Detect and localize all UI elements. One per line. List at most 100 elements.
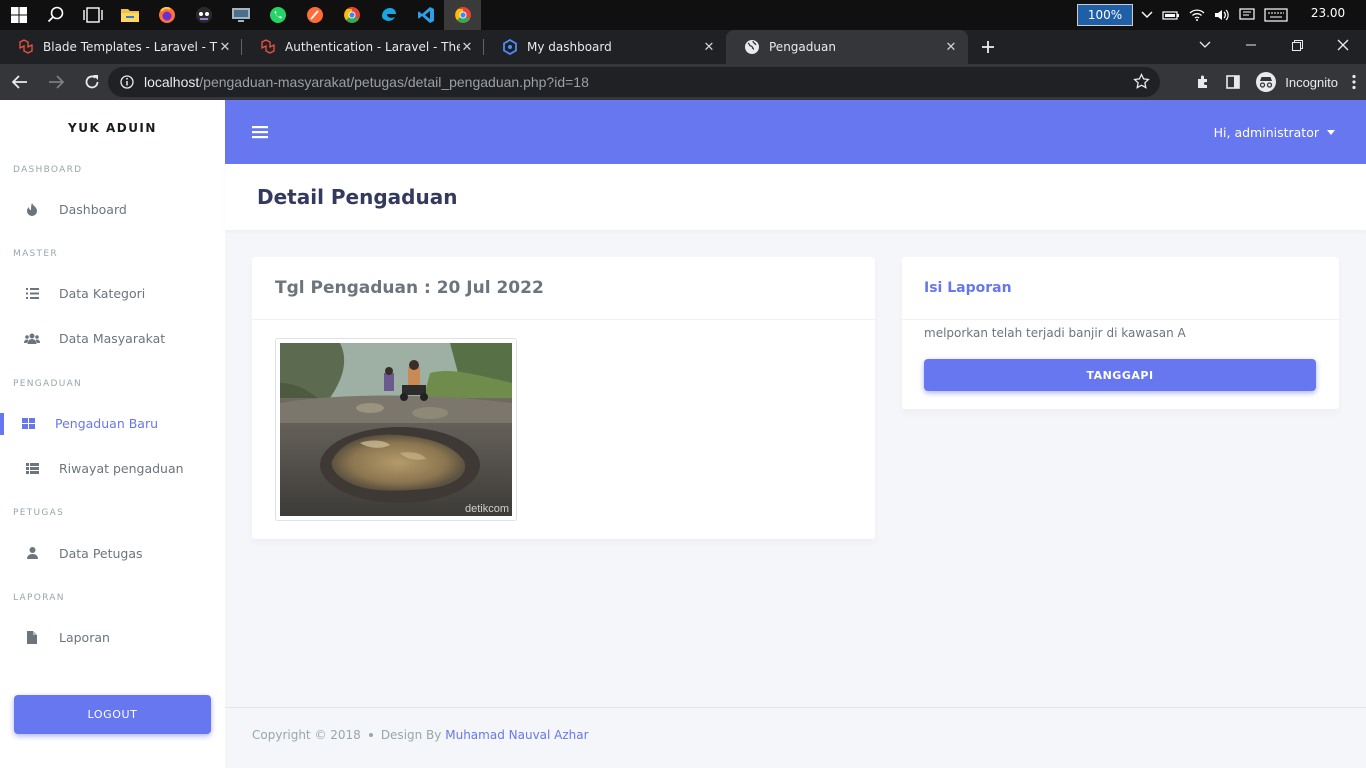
section-petugas: PETUGAS — [13, 508, 65, 518]
clock[interactable]: 23.00 — [1298, 6, 1358, 20]
dashboard-hex-icon — [503, 39, 517, 55]
whatsapp-icon[interactable] — [259, 0, 296, 30]
sidebar-item-data-masyarakat[interactable]: Data Masyarakat — [0, 318, 225, 358]
sidebar-item-label: Data Petugas — [59, 545, 143, 561]
reload-icon — [85, 75, 99, 89]
sidebar-item-data-petugas[interactable]: Data Petugas — [0, 533, 225, 573]
fire-icon — [27, 202, 37, 216]
browser-toolbar: localhost/pengaduan-masyarakat/petugas/d… — [0, 64, 1366, 100]
restore-icon[interactable] — [1274, 30, 1320, 60]
kebab-menu-icon[interactable] — [1352, 74, 1356, 90]
plus-icon — [982, 41, 994, 53]
close-tab-icon[interactable]: ✕ — [944, 40, 958, 55]
notification-icon[interactable] — [1239, 8, 1255, 22]
report-text: melporkan telah terjadi banjir di kawasa… — [924, 326, 1186, 340]
tab-my-dashboard[interactable]: My dashboard ✕ — [484, 30, 726, 64]
edge-dev-icon[interactable] — [370, 0, 407, 30]
postman-icon[interactable] — [296, 0, 333, 30]
github-desktop-icon[interactable] — [185, 0, 222, 30]
chrome-icon[interactable] — [333, 0, 370, 30]
browser-tab-strip: Blade Templates - Laravel - The P ✕ Auth… — [0, 30, 1366, 64]
footer-author-link[interactable]: Muhamad Nauval Azhar — [445, 728, 588, 742]
chevron-up-icon[interactable] — [1141, 10, 1153, 20]
sidebar-item-data-kategori[interactable]: Data Kategori — [0, 273, 225, 313]
new-tab-button[interactable] — [968, 30, 1008, 64]
top-navbar: Hi, administrator — [225, 100, 1366, 164]
file-explorer-icon[interactable] — [111, 0, 148, 30]
sidebar-item-dashboard[interactable]: Dashboard — [0, 189, 225, 229]
footer-bullet — [368, 732, 373, 737]
user-dropdown[interactable]: Hi, administrator — [1214, 125, 1335, 140]
close-window-icon[interactable] — [1320, 30, 1366, 60]
page-title: Detail Pengaduan — [257, 185, 458, 209]
respond-button[interactable]: TANGGAPI — [924, 359, 1316, 391]
task-view-icon[interactable] — [74, 0, 111, 30]
tab-blade-templates[interactable]: Blade Templates - Laravel - The P ✕ — [0, 30, 242, 64]
zoom-indicator[interactable]: 100% — [1077, 4, 1133, 26]
footer-copyright: Copyright © 2018 — [252, 728, 361, 742]
incognito-profile[interactable]: Incognito — [1255, 71, 1338, 93]
chrome-active-icon[interactable] — [444, 0, 481, 30]
remote-desktop-icon[interactable] — [222, 0, 259, 30]
sidebar-item-label: Dashboard — [59, 201, 127, 217]
sidebar-item-laporan[interactable]: Laporan — [0, 617, 225, 657]
url-path: /pengaduan-masyarakat/petugas/detail_pen… — [199, 74, 589, 90]
tab-title: Pengaduan — [769, 40, 836, 54]
tab-search-icon[interactable] — [1182, 30, 1228, 60]
section-dashboard: DASHBOARD — [13, 165, 83, 175]
sidebar-item-label: Data Masyarakat — [59, 330, 166, 346]
vscode-icon[interactable] — [407, 0, 444, 30]
info-icon[interactable] — [120, 75, 134, 89]
complaint-date-title: Tgl Pengaduan : 20 Jul 2022 — [252, 257, 875, 320]
footer-design-by: Design By — [380, 728, 442, 742]
laravel-icon — [19, 39, 33, 54]
back-button[interactable] — [4, 66, 36, 98]
logout-button[interactable]: LOGOUT — [14, 695, 211, 734]
tab-pengaduan[interactable]: Pengaduan ✕ — [726, 30, 968, 64]
complaint-photo[interactable]: detikcom — [275, 338, 517, 521]
arrow-right-icon — [49, 75, 64, 89]
url-host: localhost — [144, 74, 200, 90]
list-icon — [25, 287, 39, 299]
sidebar-item-riwayat-pengaduan[interactable]: Riwayat pengaduan — [0, 448, 225, 488]
tab-authentication[interactable]: Authentication - Laravel - The PH ✕ — [242, 30, 484, 64]
sidebar-toggle-button[interactable] — [252, 124, 268, 143]
extensions-icon[interactable] — [1195, 74, 1211, 90]
sidebar-item-label: Pengaduan Baru — [55, 415, 159, 431]
close-tab-icon[interactable]: ✕ — [218, 40, 232, 55]
file-icon — [27, 630, 37, 644]
wifi-icon[interactable] — [1189, 8, 1205, 22]
address-bar[interactable]: localhost/pengaduan-masyarakat/petugas/d… — [108, 67, 1160, 97]
volume-icon[interactable] — [1214, 8, 1230, 22]
search-icon[interactable] — [37, 0, 74, 30]
sidebar: YUK ADUIN DASHBOARD Dashboard MASTER Dat… — [0, 100, 225, 768]
report-content-card: Isi Laporan melporkan telah terjadi banj… — [902, 257, 1339, 409]
complaint-detail-card: Tgl Pengaduan : 20 Jul 2022 detikcom — [252, 257, 875, 539]
section-laporan: LAPORAN — [13, 593, 65, 603]
sidebar-item-pengaduan-baru[interactable]: Pengaduan Baru — [0, 403, 225, 443]
windows-taskbar: 100% 23.00 — [0, 0, 1366, 30]
url-text: localhost/pengaduan-masyarakat/petugas/d… — [144, 74, 589, 90]
brand-logo[interactable]: YUK ADUIN — [0, 100, 225, 156]
close-tab-icon[interactable]: ✕ — [460, 40, 474, 55]
forward-button[interactable] — [40, 66, 72, 98]
profile-label: Incognito — [1285, 74, 1338, 90]
hamburger-icon — [252, 126, 268, 139]
report-card-title: Isi Laporan — [902, 257, 1339, 320]
side-panel-icon[interactable] — [1225, 74, 1241, 90]
photo-watermark: detikcom — [464, 503, 509, 515]
section-pengaduan: PENGADUAN — [13, 379, 83, 389]
keyboard-icon[interactable] — [1264, 8, 1288, 22]
tab-title: My dashboard — [527, 40, 612, 54]
battery-icon[interactable] — [1162, 9, 1180, 21]
pothole-photo-image — [280, 343, 512, 516]
arrow-left-icon — [12, 75, 27, 89]
sidebar-item-label: Data Kategori — [59, 285, 146, 301]
bookmark-star-icon[interactable] — [1133, 73, 1150, 90]
windows-start-icon[interactable] — [0, 0, 37, 30]
firefox-icon[interactable] — [148, 0, 185, 30]
close-tab-icon[interactable]: ✕ — [702, 40, 716, 55]
globe-icon — [745, 40, 759, 54]
minimize-icon[interactable] — [1228, 30, 1274, 60]
reload-button[interactable] — [76, 66, 108, 98]
